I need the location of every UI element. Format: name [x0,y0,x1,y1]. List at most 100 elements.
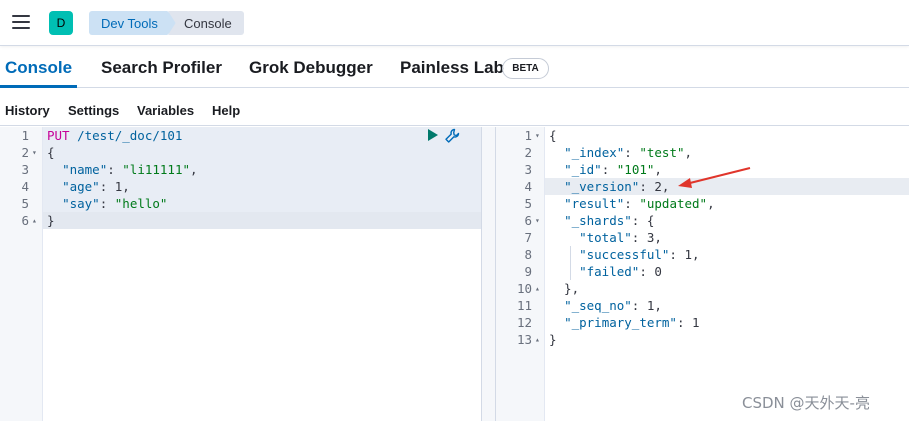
line-number: 9 [524,264,532,279]
code-line: "_id": "101", [549,161,662,178]
request-editor[interactable]: 1 PUT /test/_doc/101 2 ▾ {3 "name": "li11111… [0,127,481,421]
fold-toggle-icon[interactable]: ▾ [32,144,37,161]
code-token: , [654,162,662,177]
code-token: "_id" [564,162,602,177]
line-number: 13 [516,332,532,347]
code-line[interactable]: PUT /test/_doc/101 [47,127,182,144]
watermark: CSDN @天外天-亮 [742,394,870,412]
code-line[interactable]: { [47,144,55,161]
space-avatar[interactable]: D [49,11,73,35]
line-number: 3 [524,162,532,177]
line-number: 1 [524,128,532,143]
menu-icon[interactable] [12,15,30,29]
line-number: 2 [524,145,532,160]
line-number: 3 [21,162,29,177]
line-number: 7 [524,230,532,245]
code-token: { [549,128,557,143]
code-line[interactable]: "age": 1, [47,178,130,195]
fold-toggle-icon[interactable]: ▴ [535,331,540,348]
code-line: "_version": 2, [549,178,669,195]
code-line: { [549,127,557,144]
code-token: "age" [62,179,100,194]
code-line: "failed": 0 [549,263,662,280]
send-request-icon[interactable] [428,129,438,141]
code-line: "successful": 1, [549,246,700,263]
code-token: : 1, [99,179,130,194]
code-token: : [99,196,115,211]
tab-painless-lab[interactable]: Painless Lab [400,58,504,78]
line-number: 12 [516,315,532,330]
fold-toggle-icon[interactable]: ▾ [535,127,540,144]
fold-toggle-icon[interactable]: ▴ [535,280,540,297]
code-token: PUT [47,128,70,143]
fold-toggle-icon[interactable]: ▴ [32,212,37,229]
code-line[interactable]: } [47,212,55,229]
menu-settings[interactable]: Settings [68,103,119,118]
code-token: : [107,162,123,177]
code-line: }, [549,280,579,297]
code-line: "_seq_no": 1, [549,297,662,314]
code-token: } [47,213,55,228]
breadcrumb-console: Console [168,11,244,35]
code-token: "_seq_no" [564,298,632,313]
code-token: "li11111" [122,162,191,177]
line-number: 5 [21,196,29,211]
code-token: : 1, [669,247,700,262]
code-token: "_primary_term" [564,315,677,330]
beta-badge: BETA [502,58,549,79]
wrench-icon[interactable] [443,127,461,145]
code-token: : [624,145,640,160]
code-token: "result" [564,196,625,211]
code-token: "_version" [564,179,640,194]
code-token: : 1, [631,298,662,313]
code-token: "failed" [579,264,640,279]
code-token: /test/_doc/101 [69,128,183,143]
top-header: D Dev Tools Console [0,0,909,46]
code-token: "updated" [639,196,708,211]
line-number: 11 [516,298,532,313]
code-token: , [684,145,693,160]
menu-history[interactable]: History [5,103,50,118]
code-token: "name" [62,162,108,177]
line-number: 8 [524,247,532,262]
code-token: , [190,162,198,177]
fold-toggle-icon[interactable]: ▾ [535,212,540,229]
code-line: } [549,331,557,348]
code-line[interactable]: "name": "li11111", [47,161,198,178]
code-line[interactable]: "say": "hello" [47,195,167,212]
menu-help[interactable]: Help [212,103,240,118]
line-number: 10 [516,281,532,296]
line-number: 4 [21,179,29,194]
breadcrumb-dev-tools[interactable]: Dev Tools [89,11,181,35]
tab-console[interactable]: Console [5,58,72,78]
line-number: 2 [21,145,29,160]
code-token: : 2, [639,179,670,194]
code-token: "test" [639,145,685,160]
tab-search-profiler[interactable]: Search Profiler [101,58,222,78]
code-token: }, [549,281,580,296]
line-number: 4 [524,179,532,194]
tab-grok-debugger[interactable]: Grok Debugger [249,58,373,78]
editor-resize-handle[interactable] [481,127,496,421]
line-number: 5 [524,196,532,211]
code-line: "_primary_term": 1 [549,314,700,331]
code-token: : 1 [676,315,700,330]
code-token: : [601,162,617,177]
code-token: , [707,196,715,211]
console-menu: History Settings Variables Help [0,88,909,126]
code-token: : { [631,213,655,228]
menu-variables[interactable]: Variables [137,103,194,118]
code-token: : 3, [631,230,662,245]
line-number: 6 [21,213,29,228]
